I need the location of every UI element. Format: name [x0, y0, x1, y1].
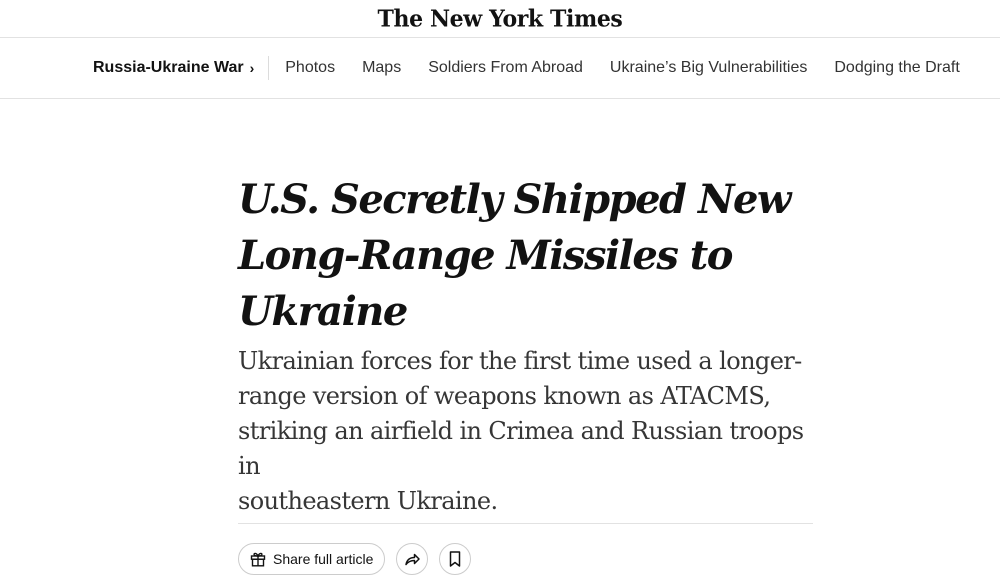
- nav-link-soldiers-from-abroad[interactable]: Soldiers From Abroad: [428, 59, 583, 77]
- headline-line: U.S. Secretly Shipped New: [238, 176, 791, 223]
- nav-link-ukraine-vulnerabilities[interactable]: Ukraine’s Big Vulnerabilities: [610, 59, 807, 77]
- share-button[interactable]: [396, 543, 429, 575]
- headline-line: Ukraine: [238, 288, 408, 335]
- nav-links: Photos Maps Soldiers From Abroad Ukraine…: [285, 59, 960, 77]
- chevron-right-icon: ›: [249, 60, 255, 76]
- headline-line: Long-Range Missiles to: [238, 232, 733, 279]
- gift-icon: [250, 552, 266, 567]
- article-headline: U.S. Secretly Shipped New Long-Range Mis…: [238, 172, 813, 340]
- site-logo[interactable]: The New York Times: [378, 7, 623, 30]
- share-arrow-icon: [405, 553, 421, 566]
- summary-line: southeastern Ukraine.: [238, 487, 498, 515]
- toolbar-divider: [238, 523, 813, 524]
- summary-line: striking an airfield in Crimea and Russi…: [238, 417, 804, 480]
- nav-section-link[interactable]: Russia-Ukraine War ›: [93, 56, 270, 80]
- article-toolbar: Share full article: [238, 543, 472, 575]
- bookmark-icon: [450, 551, 461, 567]
- summary-line: Ukrainian forces for the first time used…: [238, 347, 802, 375]
- article-summary: Ukrainian forces for the first time used…: [238, 344, 813, 519]
- nav-link-dodging-the-draft[interactable]: Dodging the Draft: [834, 59, 959, 77]
- masthead: The New York Times: [0, 0, 1000, 38]
- summary-line: range version of weapons known as ATACMS…: [238, 382, 771, 410]
- section-nav: Russia-Ukraine War › Photos Maps Soldier…: [0, 38, 1000, 99]
- share-full-article-button[interactable]: Share full article: [238, 543, 386, 575]
- save-bookmark-button[interactable]: [439, 543, 472, 575]
- article-header: U.S. Secretly Shipped New Long-Range Mis…: [238, 172, 813, 519]
- share-button-label: Share full article: [273, 551, 374, 567]
- nav-link-maps[interactable]: Maps: [362, 59, 401, 77]
- nav-link-photos[interactable]: Photos: [285, 59, 335, 77]
- nav-section-label: Russia-Ukraine War: [93, 59, 244, 76]
